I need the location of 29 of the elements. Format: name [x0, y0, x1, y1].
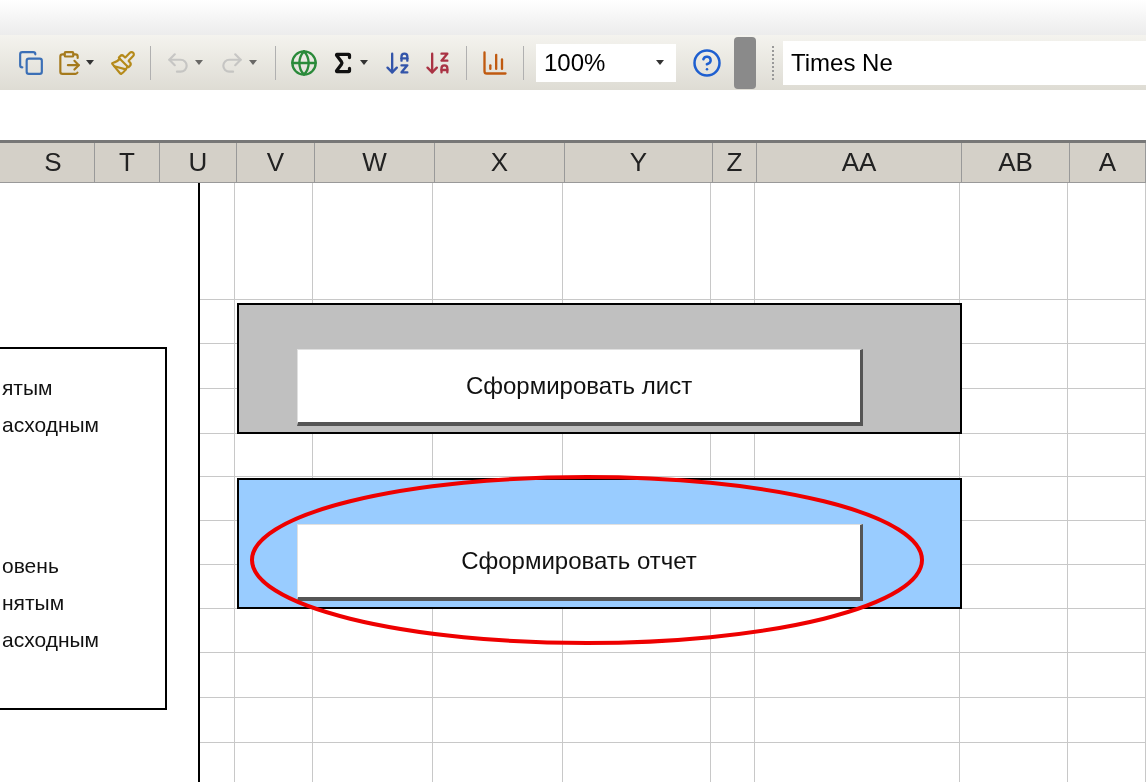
text-line: нятым: [1, 590, 66, 616]
column-header[interactable]: AA: [757, 143, 962, 182]
form-button[interactable]: Сформировать отчет: [297, 524, 863, 601]
font-field[interactable]: Times Ne: [783, 40, 1146, 85]
form-button[interactable]: Сформировать лист: [297, 349, 863, 426]
caret-icon[interactable]: [86, 60, 94, 65]
column-header[interactable]: Y: [565, 143, 713, 182]
column-header[interactable]: T: [95, 143, 160, 182]
column-header[interactable]: S: [12, 143, 95, 182]
help-icon[interactable]: [692, 47, 722, 78]
column-header[interactable]: W: [315, 143, 435, 182]
chart-icon[interactable]: [481, 48, 509, 77]
text-line: асходным: [1, 627, 101, 653]
column-header[interactable]: X: [435, 143, 565, 182]
column-header[interactable]: A: [1070, 143, 1146, 182]
column-header[interactable]: AB: [962, 143, 1070, 182]
column-header[interactable]: U: [160, 143, 237, 182]
globe-icon[interactable]: [290, 48, 318, 77]
zoom-field[interactable]: 100%: [536, 43, 676, 82]
copy-icon[interactable]: [18, 49, 44, 76]
column-header[interactable]: Z: [713, 143, 757, 182]
caret-icon[interactable]: [360, 60, 368, 65]
paintbrush-icon[interactable]: [110, 49, 136, 76]
text-line: ятым: [1, 375, 54, 401]
caret-icon[interactable]: [656, 60, 664, 65]
column-header[interactable]: V: [237, 143, 315, 182]
text-line: асходным: [1, 412, 101, 438]
text-line: овень: [1, 553, 60, 579]
toolbar-options-handle[interactable]: [734, 36, 756, 89]
